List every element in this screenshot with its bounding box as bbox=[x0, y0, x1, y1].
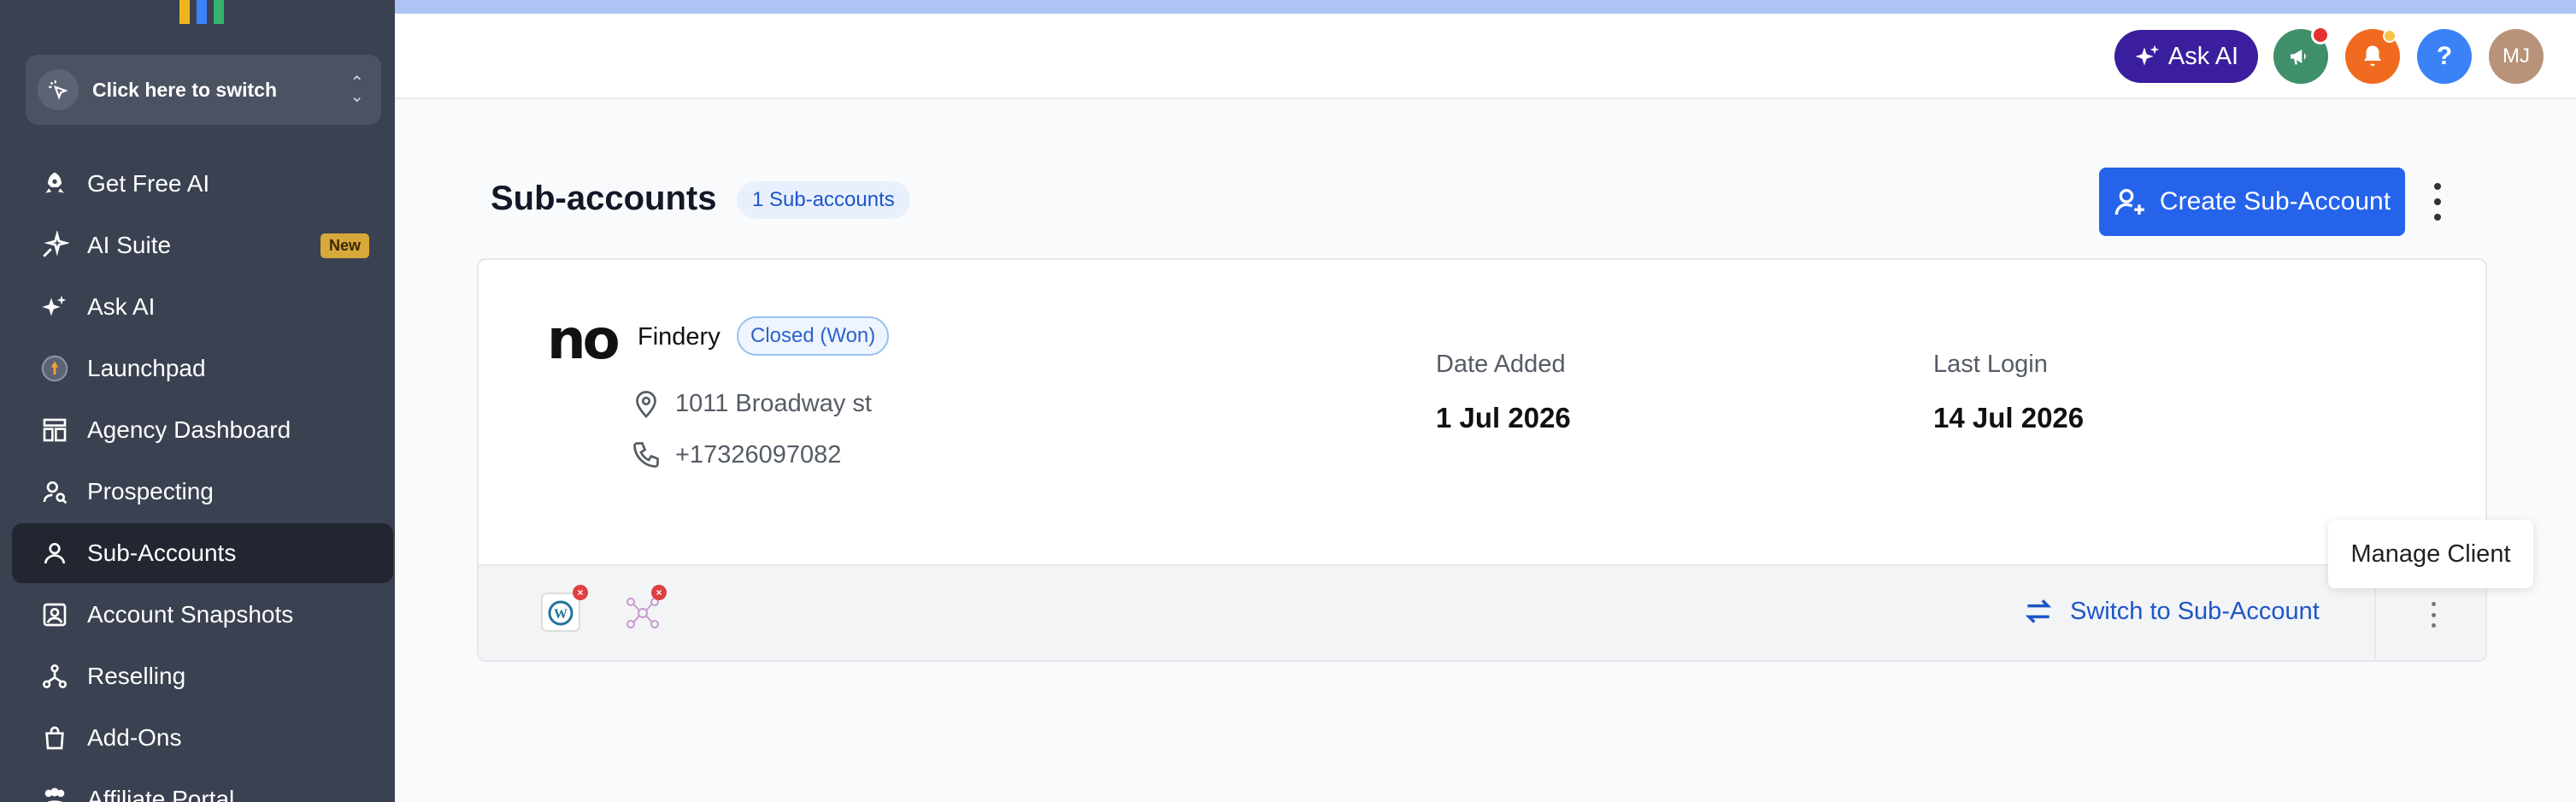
switch-label: Switch to Sub-Account bbox=[2070, 597, 2320, 625]
snapshot-icon bbox=[38, 598, 72, 632]
integration-network[interactable]: × bbox=[622, 585, 667, 633]
stars-icon bbox=[38, 290, 72, 324]
help-button[interactable]: ? bbox=[2417, 29, 2472, 84]
card-more-options-icon[interactable] bbox=[2429, 602, 2438, 628]
phone-text: +17326097082 bbox=[675, 440, 842, 469]
dashboard-icon bbox=[38, 413, 72, 447]
sidebar-item-label: Prospecting bbox=[87, 478, 214, 504]
sidebar-item-affiliate-portal[interactable]: Affiliate Portal bbox=[12, 770, 393, 802]
account-logo: no bbox=[547, 309, 620, 372]
notification-dot bbox=[2383, 29, 2397, 43]
sidebar-item-ask-ai[interactable]: Ask AI bbox=[12, 277, 393, 337]
brand-logo bbox=[178, 0, 229, 24]
user-plus-icon bbox=[2114, 189, 2144, 215]
rocket-icon bbox=[38, 167, 72, 201]
sidebar: Click here to switch ⌃ ⌄ Get Free AI AI S… bbox=[0, 0, 395, 802]
sidebar-item-label: Sub-Accounts bbox=[87, 540, 237, 566]
bell-icon bbox=[2364, 45, 2381, 67]
account-name[interactable]: Findery bbox=[638, 323, 720, 351]
sidebar-item-agency-dashboard[interactable]: Agency Dashboard bbox=[12, 400, 393, 460]
page-title: Sub-accounts bbox=[491, 180, 717, 217]
ask-ai-label: Ask AI bbox=[2167, 42, 2239, 70]
last-login-value: 14 Jul 2026 bbox=[1933, 402, 2085, 433]
prospecting-icon bbox=[38, 475, 72, 509]
wordpress-integration[interactable]: W × bbox=[540, 585, 588, 633]
reselling-icon bbox=[38, 659, 72, 693]
sidebar-item-sub-accounts[interactable]: Sub-Accounts bbox=[12, 523, 393, 583]
bag-icon bbox=[38, 721, 72, 755]
sidebar-item-label: Agency Dashboard bbox=[87, 416, 291, 443]
sidebar-item-label: Affiliate Portal bbox=[87, 786, 235, 802]
page-more-options-icon[interactable] bbox=[2429, 183, 2446, 221]
sidebar-item-label: Add-Ons bbox=[87, 724, 182, 751]
disconnected-icon: × bbox=[573, 585, 588, 600]
sidebar-item-label: AI Suite bbox=[87, 232, 172, 258]
new-badge: New bbox=[320, 233, 369, 258]
megaphone-icon bbox=[2291, 50, 2306, 65]
sidebar-item-account-snapshots[interactable]: Account Snapshots bbox=[12, 585, 393, 645]
disconnected-icon: × bbox=[651, 585, 667, 600]
map-pin-icon bbox=[636, 391, 656, 418]
sub-account-card: no Findery Closed (Won) 1011 Broadway st… bbox=[477, 258, 2487, 662]
create-sub-account-button[interactable]: Create Sub-Account bbox=[2099, 168, 2405, 236]
top-banner-strip bbox=[395, 0, 2576, 14]
account-switcher[interactable]: Click here to switch ⌃ ⌄ bbox=[26, 55, 381, 125]
pointer-click-icon bbox=[38, 69, 79, 110]
sidebar-item-ai-suite[interactable]: AI Suite New bbox=[12, 215, 393, 275]
avatar[interactable]: MJ bbox=[2489, 29, 2544, 84]
sidebar-item-label: Ask AI bbox=[87, 293, 156, 320]
help-icon: ? bbox=[2436, 42, 2453, 70]
switch-to-sub-account-link[interactable]: Switch to Sub-Account bbox=[2022, 595, 2320, 628]
stars-icon bbox=[2135, 44, 2160, 66]
status-badge: Closed (Won) bbox=[737, 316, 890, 356]
svg-text:W: W bbox=[554, 607, 568, 622]
sidebar-item-label: Reselling bbox=[87, 663, 186, 689]
create-button-label: Create Sub-Account bbox=[2159, 187, 2391, 215]
sidebar-item-label: Launchpad bbox=[87, 355, 206, 381]
address-row: 1011 Broadway st bbox=[631, 388, 872, 419]
phone-row: +17326097082 bbox=[631, 439, 841, 470]
phone-icon bbox=[633, 442, 659, 468]
last-login-label: Last Login bbox=[1933, 351, 2048, 378]
sub-accounts-count-badge: 1 Sub-accounts bbox=[737, 181, 910, 219]
date-added-label: Date Added bbox=[1436, 351, 1566, 378]
sparkle-icon bbox=[38, 228, 72, 262]
chevron-up-down-icon: ⌃ ⌄ bbox=[350, 74, 364, 106]
sidebar-item-reselling[interactable]: Reselling bbox=[12, 646, 393, 706]
sidebar-item-get-free-ai[interactable]: Get Free AI bbox=[12, 154, 393, 214]
notification-dot bbox=[2311, 26, 2330, 44]
address-text: 1011 Broadway st bbox=[675, 389, 872, 417]
user-icon bbox=[38, 536, 72, 570]
switcher-label: Click here to switch bbox=[92, 78, 278, 101]
avatar-initials: MJ bbox=[2502, 44, 2530, 68]
ask-ai-button[interactable]: Ask AI bbox=[2114, 30, 2258, 83]
affiliate-icon bbox=[38, 782, 72, 802]
date-added-value: 1 Jul 2026 bbox=[1436, 402, 1571, 433]
sidebar-item-add-ons[interactable]: Add-Ons bbox=[12, 708, 393, 768]
sidebar-item-label: Account Snapshots bbox=[87, 601, 294, 628]
manage-client-tooltip[interactable]: Manage Client bbox=[2328, 520, 2533, 588]
sidebar-item-launchpad[interactable]: Launchpad bbox=[12, 339, 393, 398]
sidebar-item-label: Get Free AI bbox=[87, 170, 210, 197]
launchpad-icon bbox=[38, 351, 72, 386]
sidebar-item-prospecting[interactable]: Prospecting bbox=[12, 462, 393, 522]
switch-arrows-icon bbox=[2025, 599, 2052, 623]
